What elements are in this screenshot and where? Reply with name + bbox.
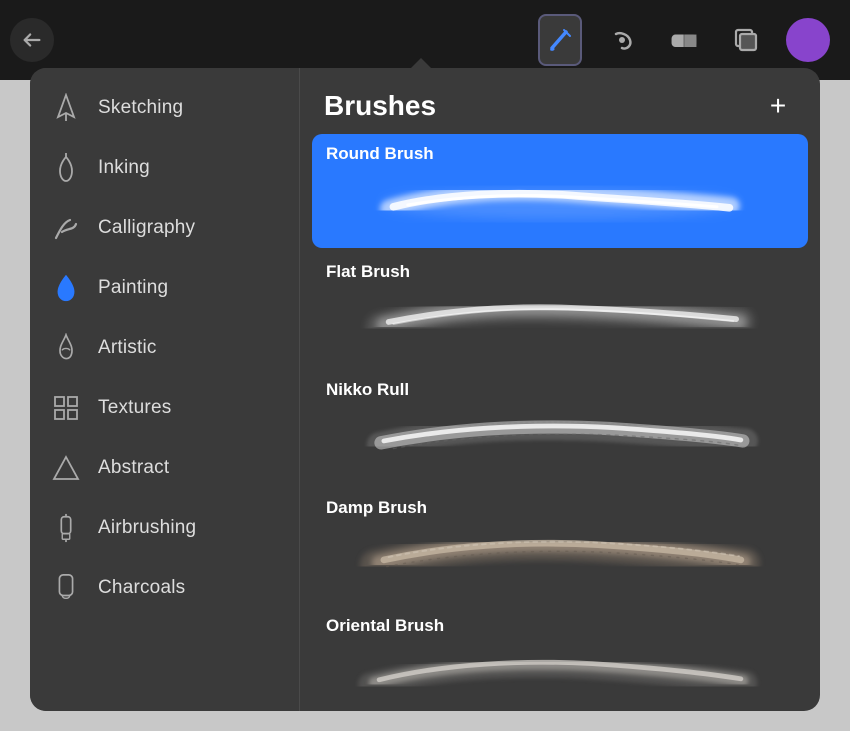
sidebar-item-textures[interactable]: Textures (30, 378, 299, 438)
brush-item-oriental-brush[interactable]: Oriental Brush (312, 606, 808, 711)
airbrushing-icon (50, 512, 82, 544)
layers-icon (732, 26, 760, 54)
brush-list: Round Brush (300, 134, 820, 711)
textures-icon (50, 392, 82, 424)
back-button[interactable] (10, 18, 54, 62)
charcoals-label: Charcoals (98, 577, 185, 599)
brush-item-flat-brush[interactable]: Flat Brush (312, 252, 808, 366)
sidebar-item-artistic[interactable]: Artistic (30, 318, 299, 378)
flat-brush-label: Flat Brush (312, 252, 808, 286)
abstract-icon (50, 452, 82, 484)
add-brush-button[interactable]: + (760, 88, 796, 124)
sidebar-item-painting[interactable]: Painting (30, 258, 299, 318)
sidebar-item-sketching[interactable]: Sketching (30, 78, 299, 138)
painting-label: Painting (98, 277, 168, 299)
nikko-rull-preview (312, 404, 808, 484)
brush-item-damp-brush[interactable]: Damp Brush (312, 488, 808, 602)
textures-label: Textures (98, 397, 171, 419)
round-brush-preview (312, 168, 808, 248)
brushes-panel: Sketching Inking Calligraphy (30, 68, 820, 711)
sidebar-item-inking[interactable]: Inking (30, 138, 299, 198)
brushes-header: Brushes + (300, 68, 820, 134)
artistic-icon (50, 332, 82, 364)
sidebar-item-airbrushing[interactable]: Airbrushing (30, 498, 299, 558)
sidebar-item-charcoals[interactable]: Charcoals (30, 558, 299, 618)
sketching-label: Sketching (98, 97, 183, 119)
user-avatar[interactable] (786, 18, 830, 62)
nikko-rull-label: Nikko Rull (312, 370, 808, 404)
inking-label: Inking (98, 157, 150, 179)
smudge-icon (608, 26, 636, 54)
toolbar-right (538, 14, 830, 66)
charcoals-icon (50, 572, 82, 604)
arrow-icon (21, 29, 43, 51)
sketching-icon (50, 92, 82, 124)
abstract-label: Abstract (98, 457, 169, 479)
panel-arrow (407, 58, 435, 72)
sidebar-item-calligraphy[interactable]: Calligraphy (30, 198, 299, 258)
sidebar-item-abstract[interactable]: Abstract (30, 438, 299, 498)
layers-tool-button[interactable] (724, 14, 768, 66)
category-sidebar: Sketching Inking Calligraphy (30, 68, 300, 711)
inking-icon (50, 152, 82, 184)
brush-item-round-brush[interactable]: Round Brush (312, 134, 808, 248)
damp-brush-label: Damp Brush (312, 488, 808, 522)
flat-brush-preview (312, 286, 808, 366)
eraser-icon (670, 26, 698, 54)
round-brush-label: Round Brush (312, 134, 808, 168)
airbrushing-label: Airbrushing (98, 517, 196, 539)
brush-icon (546, 26, 574, 54)
brushes-title: Brushes (324, 90, 436, 122)
eraser-tool-button[interactable] (662, 14, 706, 66)
calligraphy-icon (50, 212, 82, 244)
oriental-brush-preview (312, 640, 808, 711)
oriental-brush-label: Oriental Brush (312, 606, 808, 640)
calligraphy-label: Calligraphy (98, 217, 195, 239)
brush-list-panel: Brushes + Round Brush (300, 68, 820, 711)
toolbar-left (10, 18, 54, 62)
painting-icon (50, 272, 82, 304)
damp-brush-preview (312, 522, 808, 602)
brush-tool-button[interactable] (538, 14, 582, 66)
artistic-label: Artistic (98, 337, 157, 359)
smudge-tool-button[interactable] (600, 14, 644, 66)
brush-item-nikko-rull[interactable]: Nikko Rull (312, 370, 808, 484)
